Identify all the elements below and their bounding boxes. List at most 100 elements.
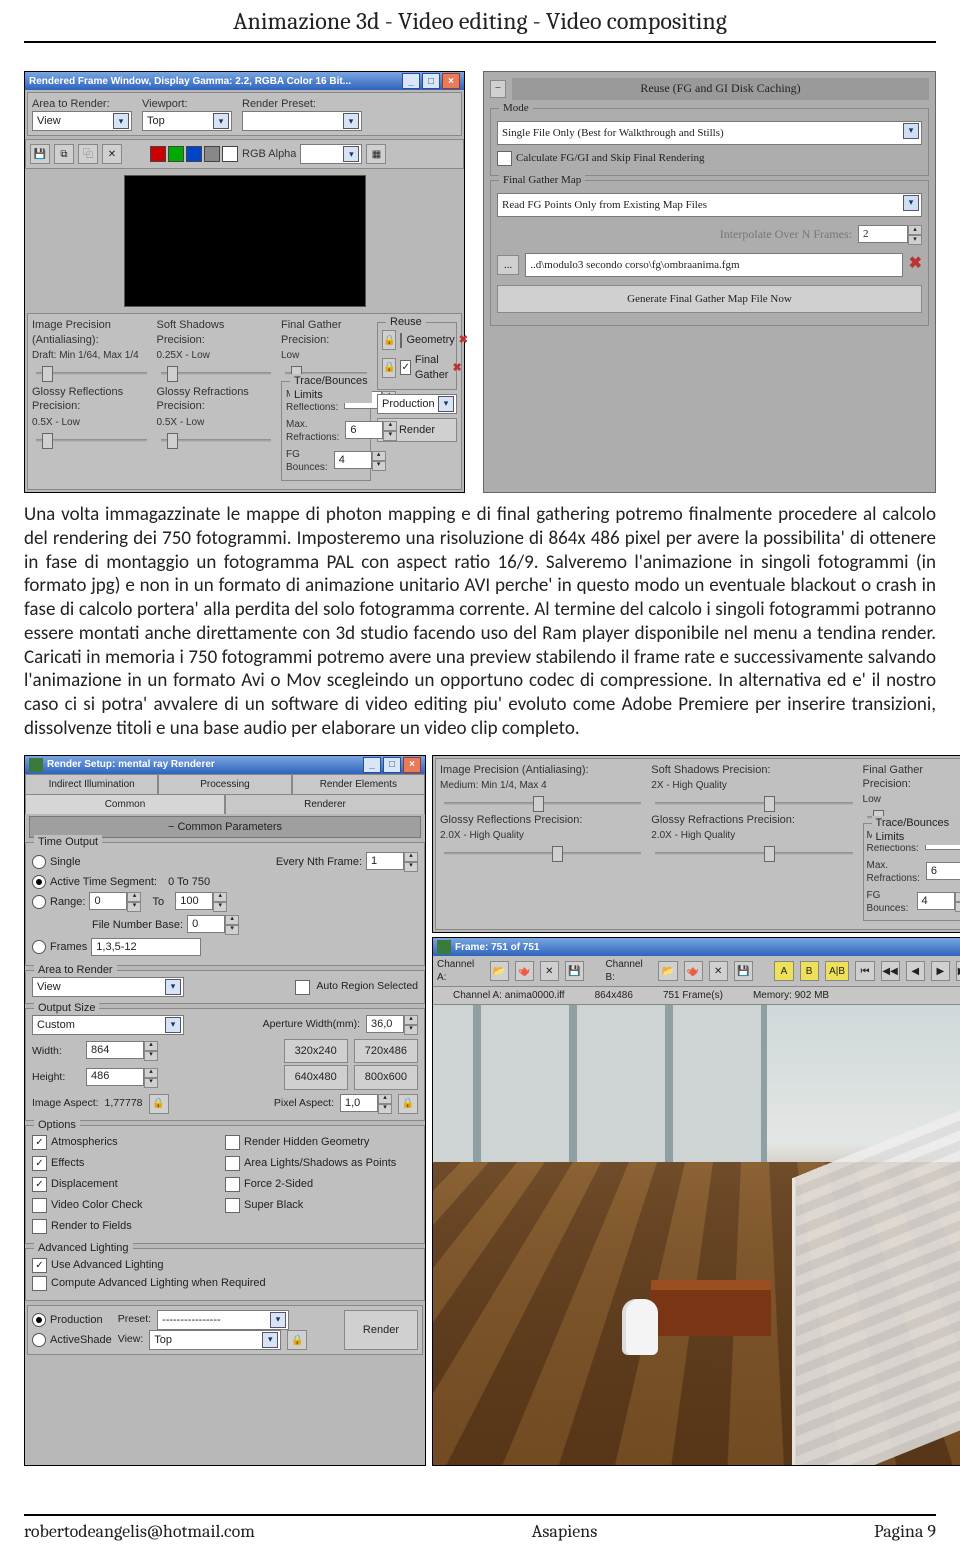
- radio-activeshade[interactable]: [32, 1333, 46, 1347]
- save-icon[interactable]: 💾: [30, 144, 50, 164]
- delete-icon[interactable]: ✖: [452, 361, 461, 375]
- compare-b-button[interactable]: B: [800, 961, 819, 981]
- radio-active-segment[interactable]: [32, 875, 46, 889]
- tab-indirect-illumination[interactable]: Indirect Illumination: [25, 774, 158, 794]
- render-preset-select[interactable]: ▾: [242, 111, 362, 131]
- grap-slider[interactable]: [655, 852, 852, 855]
- lock-icon[interactable]: 🔒: [382, 330, 396, 350]
- play-icon[interactable]: ▶: [931, 961, 950, 981]
- viewport-select[interactable]: Top▾: [142, 111, 232, 131]
- red-channel-toggle[interactable]: [150, 146, 166, 162]
- first-frame-icon[interactable]: ⏮: [855, 961, 874, 981]
- lock-icon[interactable]: 🔒: [398, 1094, 418, 1114]
- geometry-check[interactable]: [400, 333, 402, 348]
- close-a-icon[interactable]: ✕: [540, 961, 559, 981]
- close-button[interactable]: ×: [442, 73, 460, 89]
- fgm-path-field[interactable]: ..d\modulo3 secondo corso\fg\ombraanima.…: [525, 253, 902, 277]
- ip-slider[interactable]: [444, 802, 641, 805]
- minimize-button[interactable]: _: [363, 757, 381, 773]
- hidden-geom-check[interactable]: [225, 1135, 240, 1150]
- blue-channel-toggle[interactable]: [186, 146, 202, 162]
- clear-path-icon[interactable]: ✖: [909, 254, 922, 275]
- copy-icon[interactable]: ⧉: [54, 144, 74, 164]
- max-refr-spinner[interactable]: 6▴▾: [926, 862, 960, 882]
- maximize-button[interactable]: □: [383, 757, 401, 773]
- render-to-fields-check[interactable]: [32, 1219, 47, 1234]
- radio-range[interactable]: [32, 895, 46, 909]
- tab-renderer[interactable]: Renderer: [225, 794, 425, 814]
- output-size-select[interactable]: Custom▾: [32, 1015, 184, 1035]
- teapot-a-icon[interactable]: 🫖: [515, 961, 534, 981]
- radio-frames[interactable]: [32, 940, 46, 954]
- calc-fg-check[interactable]: [497, 151, 512, 166]
- lock-icon[interactable]: 🔒: [149, 1094, 169, 1114]
- clear-icon[interactable]: ✕: [102, 144, 122, 164]
- pixel-aspect-spinner[interactable]: 1,0▴▾: [340, 1094, 392, 1114]
- image-precision-slider[interactable]: [36, 372, 147, 375]
- force-2sided-check[interactable]: [225, 1177, 240, 1192]
- area-to-render-select[interactable]: View▾: [32, 111, 132, 131]
- interpolate-spinner[interactable]: 2▴▾: [858, 225, 922, 245]
- open-a-icon[interactable]: 📂: [490, 961, 509, 981]
- radio-single[interactable]: [32, 855, 46, 869]
- preset-640x480[interactable]: 640x480: [284, 1065, 348, 1089]
- clone-icon[interactable]: ⿻: [78, 144, 98, 164]
- tab-render-elements[interactable]: Render Elements: [292, 774, 425, 794]
- displacement-check[interactable]: ✓: [32, 1177, 47, 1192]
- save-a-icon[interactable]: 💾: [565, 961, 584, 981]
- tab-common[interactable]: Common: [25, 794, 225, 814]
- production-select[interactable]: Production▾: [377, 394, 457, 414]
- mode-select[interactable]: Single File Only (Best for Walkthrough a…: [497, 121, 922, 145]
- preset-320x240[interactable]: 320x240: [284, 1039, 348, 1063]
- lock-icon[interactable]: 🔒: [382, 358, 396, 378]
- compare-ab-button[interactable]: A|B: [825, 961, 850, 981]
- compare-a-button[interactable]: A: [774, 961, 793, 981]
- frames-input[interactable]: 1,3,5-12: [91, 938, 201, 956]
- video-color-check[interactable]: [32, 1198, 47, 1213]
- alpha-select[interactable]: ▾: [300, 144, 362, 164]
- nth-spinner[interactable]: 1▴▾: [366, 852, 418, 872]
- width-spinner[interactable]: 864▴▾: [86, 1041, 158, 1061]
- collapse-button[interactable]: −: [490, 80, 506, 98]
- tab-processing[interactable]: Processing: [158, 774, 291, 794]
- radio-production[interactable]: [32, 1313, 46, 1327]
- open-b-icon[interactable]: 📂: [658, 961, 677, 981]
- minimize-button[interactable]: _: [402, 73, 420, 89]
- next-frame-icon[interactable]: ▶▶: [956, 961, 960, 981]
- compute-adv-lighting-check[interactable]: [32, 1276, 47, 1291]
- area-lights-check[interactable]: [225, 1156, 240, 1171]
- close-b-icon[interactable]: ✕: [709, 961, 728, 981]
- lock-icon[interactable]: 🔒: [287, 1330, 307, 1350]
- area-select[interactable]: View▾: [32, 977, 184, 997]
- preset-720x486[interactable]: 720x486: [354, 1039, 418, 1063]
- height-spinner[interactable]: 486▴▾: [86, 1068, 158, 1088]
- fg-bounces-spinner[interactable]: 4▴▾: [334, 451, 386, 471]
- super-black-check[interactable]: [225, 1198, 240, 1213]
- preset-select[interactable]: ----------------▾: [157, 1310, 289, 1330]
- max-refr-spinner[interactable]: 6▴▾: [345, 421, 397, 441]
- glossy-refr-slider[interactable]: [161, 439, 272, 442]
- effects-check[interactable]: ✓: [32, 1156, 47, 1171]
- range-to-spinner[interactable]: 100▴▾: [175, 892, 227, 912]
- browse-button[interactable]: ...: [497, 255, 519, 275]
- atmospherics-check[interactable]: ✓: [32, 1135, 47, 1150]
- teapot-b-icon[interactable]: 🫖: [684, 961, 703, 981]
- generate-fgm-button[interactable]: Generate Final Gather Map File Now: [497, 285, 922, 313]
- grp-slider[interactable]: [444, 852, 641, 855]
- delete-icon[interactable]: ✖: [459, 333, 468, 347]
- ssp-slider[interactable]: [655, 802, 852, 805]
- render-button[interactable]: Render: [344, 1310, 418, 1350]
- final-gather-check[interactable]: ✓: [400, 360, 410, 375]
- alpha-channel-toggle[interactable]: [204, 146, 220, 162]
- close-button[interactable]: ×: [403, 757, 421, 773]
- soft-shadows-slider[interactable]: [161, 372, 272, 375]
- save-b-icon[interactable]: 💾: [734, 961, 753, 981]
- glossy-refl-slider[interactable]: [36, 439, 147, 442]
- range-from-spinner[interactable]: 0▴▾: [89, 892, 141, 912]
- prev-frame-icon[interactable]: ◀◀: [881, 961, 900, 981]
- toggle-overlay-icon[interactable]: ▦: [366, 144, 386, 164]
- green-channel-toggle[interactable]: [168, 146, 184, 162]
- use-adv-lighting-check[interactable]: ✓: [32, 1258, 47, 1273]
- aperture-spinner[interactable]: 36,0▴▾: [366, 1015, 418, 1035]
- auto-region-check[interactable]: [295, 980, 310, 995]
